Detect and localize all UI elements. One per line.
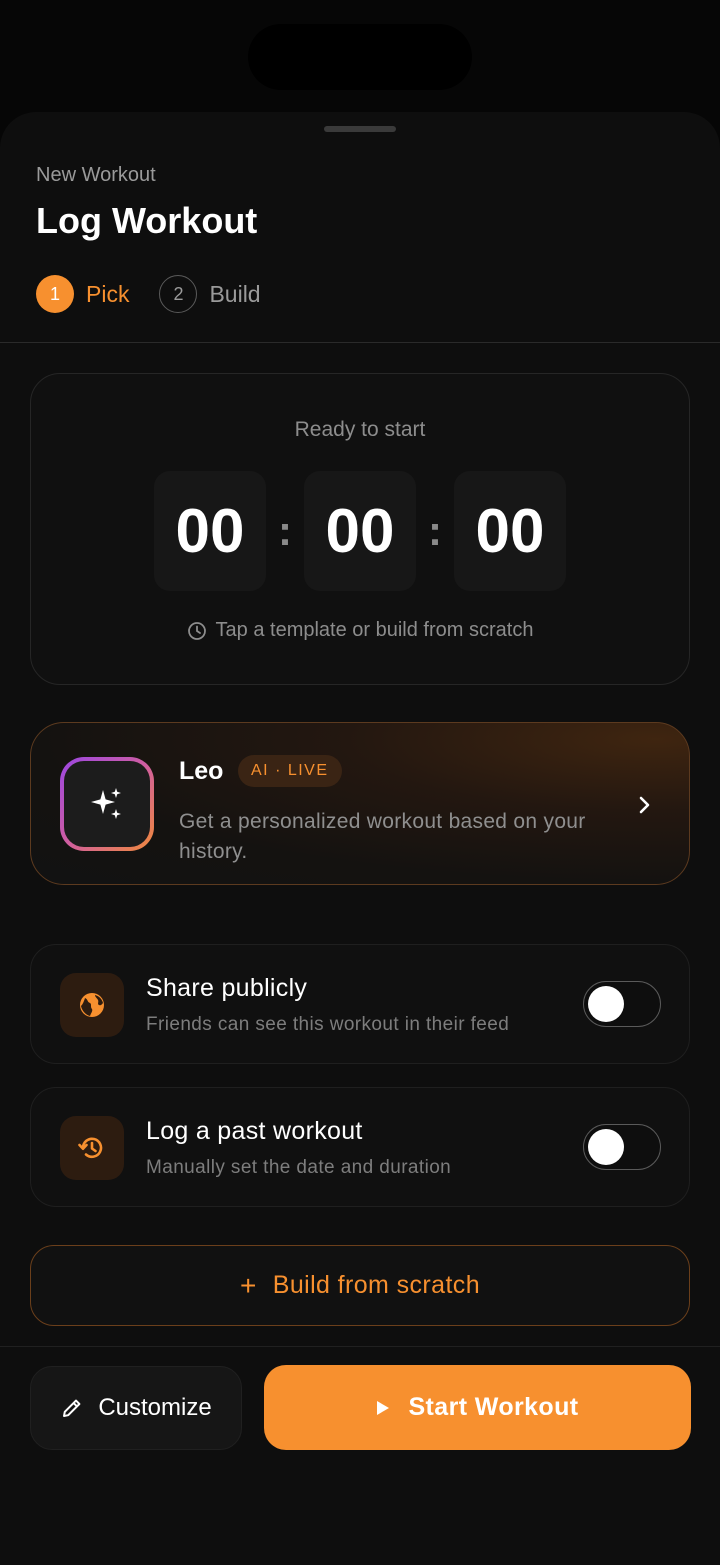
timer-status: Ready to start	[294, 418, 426, 441]
step-pick-number: 1	[36, 275, 74, 313]
chevron-right-icon	[639, 796, 650, 814]
timer-hours: 00	[154, 471, 266, 591]
step-pick-label: Pick	[86, 280, 130, 307]
sparkles-icon	[91, 788, 121, 819]
timer-hint-text: Tap a template or build from scratch	[215, 619, 534, 641]
leo-avatar	[60, 757, 154, 851]
step-build[interactable]: 2 Build	[159, 275, 261, 313]
clock-icon	[187, 621, 206, 640]
device-notch	[248, 24, 472, 90]
history-icon	[78, 1137, 103, 1159]
customize-button[interactable]: Customize	[30, 1366, 242, 1450]
sheet-grabber[interactable]	[324, 126, 396, 132]
page-subtitle: New Workout	[36, 164, 156, 186]
stepper: 1 Pick 2 Build	[36, 275, 291, 313]
step-build-number: 2	[159, 275, 198, 313]
page-title: Log Workout	[36, 200, 258, 241]
build-from-scratch-button[interactable]: + Build from scratch	[30, 1245, 690, 1326]
build-from-scratch-label: Build from scratch	[272, 1271, 481, 1299]
timer-card: Ready to start 00 : 00 : 00 Tap a templa…	[30, 373, 690, 685]
toggle-knob	[588, 986, 624, 1022]
pencil-icon	[63, 1399, 81, 1417]
start-workout-label: Start Workout	[408, 1393, 579, 1421]
leo-ai-card[interactable]: Leo AI · LIVE Get a personalized workout…	[30, 722, 690, 885]
share-publicly-title: Share publicly	[146, 974, 308, 1002]
globe-icon	[80, 993, 104, 1017]
step-pick[interactable]: 1 Pick	[36, 275, 129, 313]
share-publicly-row: Share publicly Friends can see this work…	[30, 944, 690, 1064]
share-publicly-subtitle: Friends can see this workout in their fe…	[146, 1014, 510, 1035]
timer-separator: :	[428, 507, 442, 554]
share-icon-tile	[60, 973, 124, 1037]
step-build-label: Build	[209, 280, 261, 307]
log-workout-sheet: New Workout Log Workout 1 Pick 2 Build R…	[0, 112, 720, 1565]
history-icon-tile	[60, 1116, 124, 1180]
start-workout-button[interactable]: Start Workout	[264, 1365, 691, 1450]
log-past-workout-toggle[interactable]	[583, 1124, 661, 1170]
toggle-knob	[588, 1129, 624, 1165]
timer-minutes: 00	[304, 471, 416, 591]
header-divider	[0, 342, 720, 343]
footer-divider	[0, 1346, 720, 1347]
leo-name: Leo	[179, 757, 224, 785]
log-past-workout-title: Log a past workout	[146, 1117, 363, 1145]
log-past-workout-subtitle: Manually set the date and duration	[146, 1157, 452, 1178]
timer-seconds: 00	[454, 471, 566, 591]
timer-display: 00 : 00 : 00	[31, 471, 689, 591]
log-past-workout-row: Log a past workout Manually set the date…	[30, 1087, 690, 1207]
timer-hint: Tap a template or build from scratch	[31, 619, 689, 642]
customize-label: Customize	[98, 1394, 212, 1421]
share-publicly-toggle[interactable]	[583, 981, 661, 1027]
timer-separator: :	[278, 507, 292, 554]
leo-description: Get a personalized workout based on your…	[179, 810, 586, 863]
ai-live-badge: AI · LIVE	[238, 755, 342, 787]
play-icon	[377, 1400, 390, 1415]
plus-icon: +	[239, 1269, 257, 1301]
